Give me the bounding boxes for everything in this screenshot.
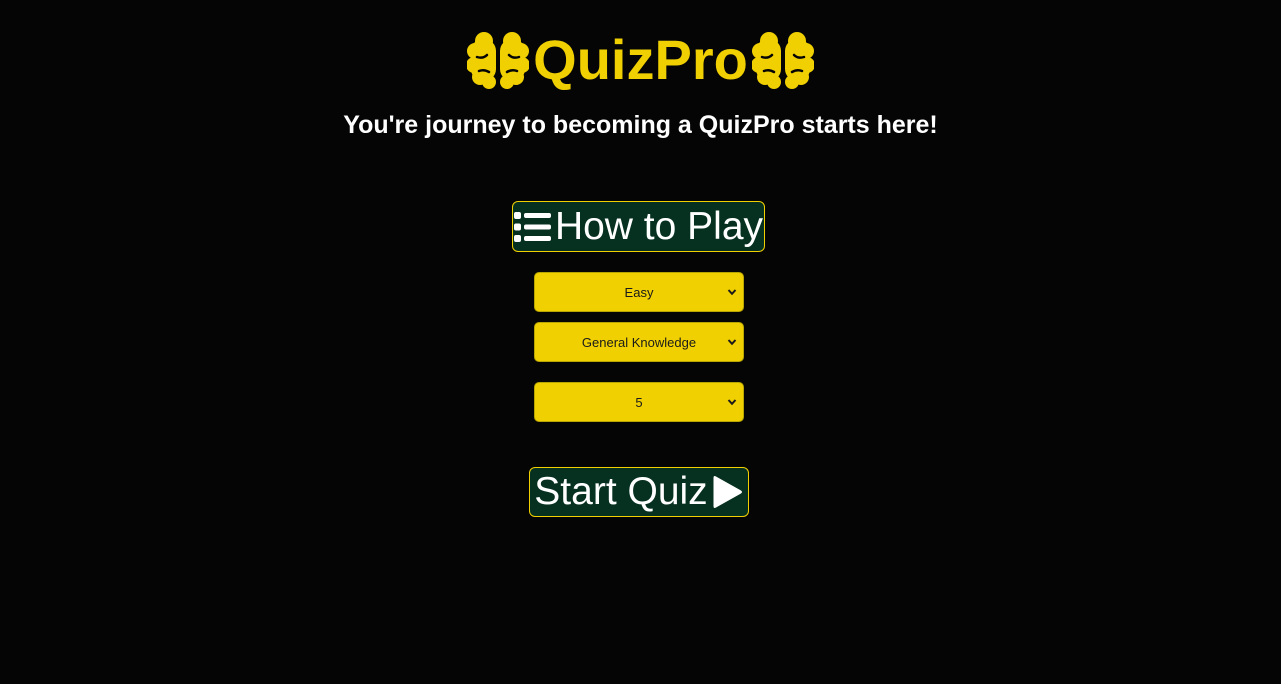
how-to-play-button[interactable]: How to Play xyxy=(512,201,765,252)
app-title: QuizPro xyxy=(533,28,748,91)
start-quiz-button[interactable]: Start Quiz xyxy=(529,467,749,517)
difficulty-value: Easy xyxy=(624,284,654,300)
start-quiz-label: Start Quiz xyxy=(534,470,708,513)
play-icon xyxy=(713,476,742,508)
chevron-down-icon xyxy=(727,289,737,296)
chevron-down-icon xyxy=(727,339,737,346)
difficulty-select[interactable]: Easy xyxy=(534,272,744,312)
category-select[interactable]: General Knowledge xyxy=(534,322,744,362)
chevron-down-icon xyxy=(727,399,737,406)
header: QuizPro xyxy=(0,28,1281,92)
brain-icon xyxy=(751,31,814,91)
question-count-value: 5 xyxy=(635,394,643,410)
question-count-select[interactable]: 5 xyxy=(534,382,744,422)
category-value: General Knowledge xyxy=(581,334,697,350)
how-to-play-label: How to Play xyxy=(554,204,764,248)
list-icon xyxy=(513,211,551,242)
tagline: You're journey to becoming a QuizPro sta… xyxy=(343,111,938,139)
brain-icon xyxy=(467,31,530,91)
